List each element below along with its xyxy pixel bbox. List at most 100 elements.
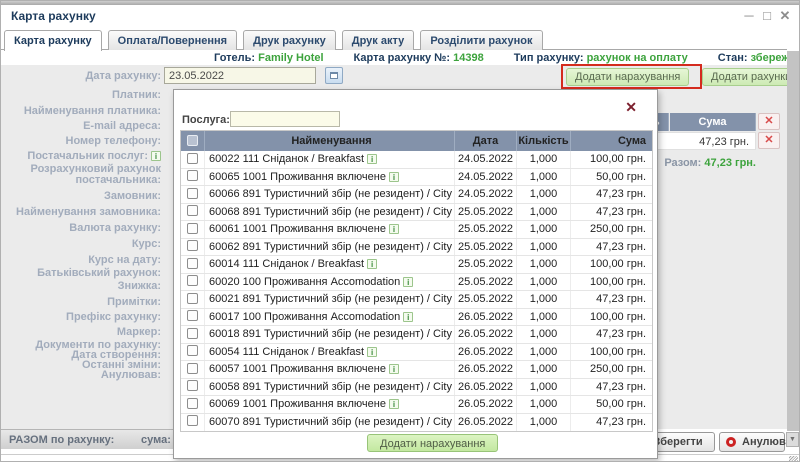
- charge-name-cell: 60017 100 Проживання Accomodationi: [205, 309, 455, 326]
- charge-sum-cell: 47,23 грн.: [571, 414, 652, 432]
- charge-date-cell: 26.05.2022: [455, 414, 517, 432]
- tab[interactable]: Розділити рахунок: [420, 30, 542, 50]
- close-icon[interactable]: ✕: [777, 8, 793, 24]
- charge-qty-cell: 1,000: [517, 326, 571, 343]
- form-field-label: Батьківський рахунок:: [3, 268, 161, 279]
- header-date: Дата: [455, 131, 517, 151]
- tab[interactable]: Оплата/Повернення: [108, 30, 237, 50]
- annul-button[interactable]: Анулювати: [719, 432, 785, 452]
- row-checkbox[interactable]: [187, 328, 198, 339]
- scroll-down-icon[interactable]: ▼: [786, 432, 799, 447]
- info-icon[interactable]: i: [367, 347, 377, 357]
- row-checkbox[interactable]: [187, 240, 198, 251]
- charges-table-body: 60022 111 Сніданок / Breakfasti 24.05.20…: [181, 151, 652, 431]
- row-checkbox[interactable]: [187, 293, 198, 304]
- info-pair: Готель: Family Hotel: [214, 52, 324, 64]
- table-row: 60065 1001 Проживання включенеi 24.05.20…: [181, 169, 652, 187]
- invoice-date-input[interactable]: [164, 67, 316, 84]
- vertical-scrollbar[interactable]: [787, 51, 799, 431]
- row-checkbox-cell: [181, 204, 205, 221]
- calendar-icon: [330, 72, 338, 79]
- row-checkbox-cell: [181, 291, 205, 308]
- add-charge-button[interactable]: Додати нарахування: [566, 68, 689, 86]
- charge-sum-cell: 47,23 грн.: [571, 186, 652, 203]
- charge-date-cell: 25.05.2022: [455, 239, 517, 256]
- row-checkbox[interactable]: [187, 170, 198, 181]
- select-all-checkbox[interactable]: [187, 135, 198, 146]
- window-title: Карта рахунку: [11, 9, 96, 23]
- modal-close-icon[interactable]: ✕: [625, 100, 637, 114]
- info-icon[interactable]: i: [367, 154, 377, 164]
- charge-qty-cell: 1,000: [517, 361, 571, 378]
- charge-name-cell: 60068 891 Туристичний збір (не резидент)…: [205, 204, 455, 221]
- row-checkbox[interactable]: [187, 205, 198, 216]
- form-field-label: Платник:: [3, 90, 161, 101]
- delete-all-icon[interactable]: ✕: [758, 113, 780, 130]
- charge-qty-cell: 1,000: [517, 309, 571, 326]
- header-sum: Сума: [571, 131, 652, 151]
- charge-name-cell: 60058 891 Туристичний збір (не резидент)…: [205, 379, 455, 396]
- row-checkbox[interactable]: [187, 153, 198, 164]
- add-invoices-button[interactable]: Додати рахунки: [702, 68, 800, 86]
- tab[interactable]: Друк рахунку: [243, 30, 336, 50]
- info-icon[interactable]: i: [367, 259, 377, 269]
- charge-date-cell: 25.05.2022: [455, 204, 517, 221]
- tab[interactable]: Друк акту: [342, 30, 415, 50]
- row-checkbox[interactable]: [187, 363, 198, 374]
- maximize-icon[interactable]: □: [759, 8, 775, 24]
- charge-sum-cell: 100,00 грн.: [571, 344, 652, 361]
- form-field-label: Номер телефону:: [3, 136, 161, 147]
- charge-date-cell: 25.05.2022: [455, 256, 517, 273]
- row-checkbox[interactable]: [187, 398, 198, 409]
- charge-date-cell: 26.05.2022: [455, 309, 517, 326]
- info-icon[interactable]: i: [389, 224, 399, 234]
- charge-name-cell: 60062 891 Туристичний збір (не резидент)…: [205, 239, 455, 256]
- form-field-label: Курс:: [3, 239, 161, 250]
- info-pair: Карта рахунку №: 14398: [354, 52, 484, 64]
- resize-grip[interactable]: [789, 456, 798, 462]
- row-checkbox[interactable]: [187, 415, 198, 426]
- charge-sum-cell: 47,23 грн.: [571, 379, 652, 396]
- form-field-label: Примітки:: [3, 297, 161, 308]
- minimize-icon[interactable]: ─: [741, 8, 757, 24]
- modal-add-charge-button[interactable]: Додати нарахування: [367, 434, 498, 452]
- charge-qty-cell: 1,000: [517, 204, 571, 221]
- row-checkbox[interactable]: [187, 188, 198, 199]
- info-icon[interactable]: i: [389, 399, 399, 409]
- tab[interactable]: Карта рахунку: [4, 30, 102, 51]
- row-checkbox[interactable]: [187, 310, 198, 321]
- delete-row-icon[interactable]: ✕: [758, 132, 780, 149]
- info-icon[interactable]: i: [403, 312, 413, 322]
- info-icon[interactable]: i: [389, 364, 399, 374]
- row-checkbox[interactable]: [187, 223, 198, 234]
- row-checkbox-cell: [181, 256, 205, 273]
- charge-date-cell: 25.05.2022: [455, 274, 517, 291]
- charge-qty-cell: 1,000: [517, 239, 571, 256]
- charge-qty-cell: 1,000: [517, 291, 571, 308]
- info-pair: Тип рахунку: рахунок на оплату: [514, 52, 688, 64]
- charge-date-cell: 24.05.2022: [455, 151, 517, 168]
- account-info-bar: Готель: Family Hotel Карта рахунку №: 14…: [214, 52, 800, 64]
- title-bar: Карта рахунку ─ □ ✕: [1, 5, 800, 29]
- charge-name-cell: 60066 891 Туристичний збір (не резидент)…: [205, 186, 455, 203]
- calendar-picker-button[interactable]: [325, 67, 343, 84]
- row-checkbox-cell: [181, 326, 205, 343]
- row-checkbox[interactable]: [187, 258, 198, 269]
- bg-table-sum-header: Сума: [670, 113, 756, 131]
- service-filter-input[interactable]: [230, 111, 340, 127]
- add-charges-modal: ✕ Послуга: Найменування Дата Кількість С…: [173, 89, 658, 459]
- charge-name-cell: 60021 891 Туристичний збір (не резидент)…: [205, 291, 455, 308]
- charge-sum-cell: 100,00 грн.: [571, 274, 652, 291]
- table-row: 60062 891 Туристичний збір (не резидент)…: [181, 239, 652, 257]
- charge-name-cell: 60014 111 Сніданок / Breakfasti: [205, 256, 455, 273]
- info-icon[interactable]: i: [389, 172, 399, 182]
- info-icon[interactable]: i: [151, 151, 161, 161]
- charge-name-cell: 60061 1001 Проживання включенеi: [205, 221, 455, 238]
- row-checkbox-cell: [181, 186, 205, 203]
- table-row: 60020 100 Проживання Accomodationi 25.05…: [181, 274, 652, 292]
- row-checkbox[interactable]: [187, 345, 198, 356]
- row-checkbox[interactable]: [187, 380, 198, 391]
- form-field-label: Постачальник послуг:i: [3, 151, 161, 162]
- row-checkbox[interactable]: [187, 275, 198, 286]
- info-icon[interactable]: i: [403, 277, 413, 287]
